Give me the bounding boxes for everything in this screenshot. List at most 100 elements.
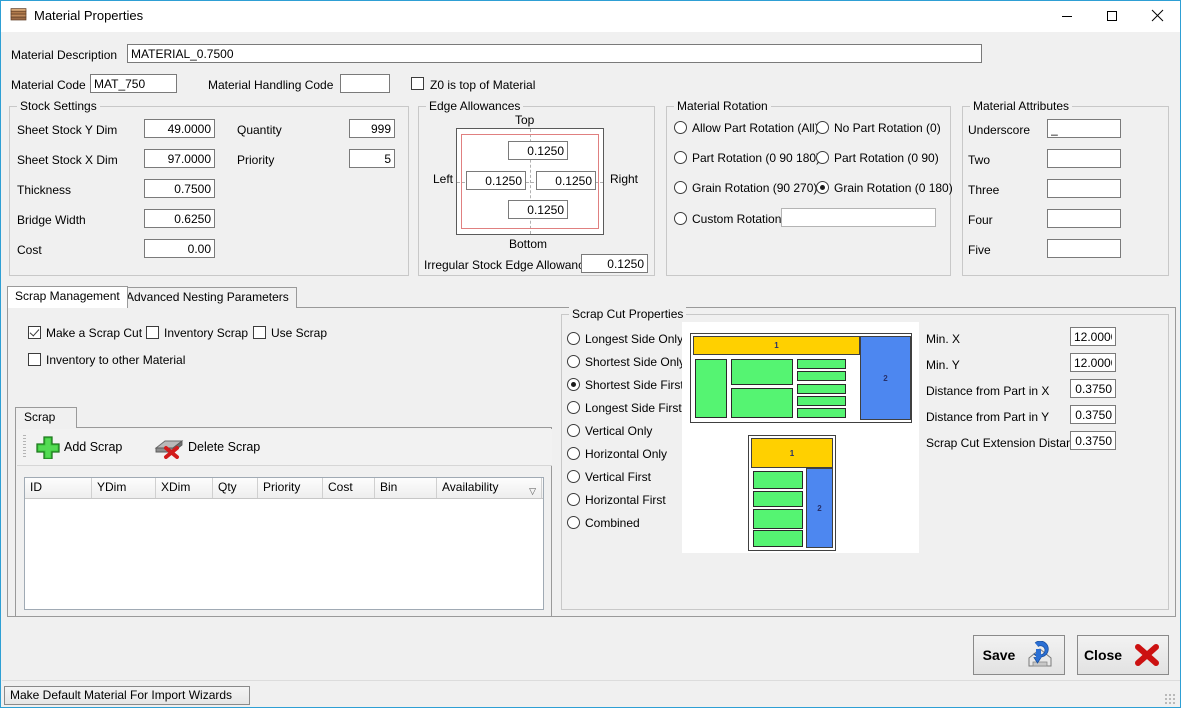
radio-vertical-first[interactable]	[567, 470, 580, 483]
preview-scrap-piece	[797, 408, 846, 418]
column-header-cost[interactable]: Cost	[323, 478, 375, 498]
radio-longest-side-first[interactable]	[567, 401, 580, 414]
window-title: Material Properties	[34, 8, 143, 23]
z0-is-top-checkbox[interactable]	[411, 77, 424, 90]
checkbox-inventory-to-other-material[interactable]	[28, 353, 41, 366]
radio-combined[interactable]	[567, 516, 580, 529]
stock-settings-title: Stock Settings	[17, 99, 100, 113]
material-handling-code-label: Material Handling Code	[208, 78, 333, 92]
attribute-two-input[interactable]	[1047, 149, 1121, 168]
scrap-grid[interactable]: ID YDim XDim Qty Priority Cost Bin Avail…	[24, 477, 544, 610]
checkbox-use-scrap[interactable]	[253, 326, 266, 339]
cost-label: Cost	[17, 243, 42, 257]
radio-horizontal-first[interactable]	[567, 493, 580, 506]
attribute-four-label: Four	[968, 213, 993, 227]
label-horizontal-first: Horizontal First	[585, 493, 666, 507]
min-x-label: Min. X	[926, 332, 960, 346]
column-header-xdim[interactable]: XDim	[156, 478, 213, 498]
attribute-underscore-label: Underscore	[968, 123, 1030, 137]
edge-bottom-input[interactable]	[508, 200, 568, 219]
edge-right-input[interactable]	[536, 171, 596, 190]
preview-part-1-bottom: 1	[751, 438, 833, 468]
close-label: Close	[1084, 647, 1122, 663]
material-properties-window: Material Properties Material Description…	[0, 0, 1181, 708]
preview-scrap-piece	[731, 359, 793, 385]
column-header-availability[interactable]: Availability ▽	[437, 478, 542, 498]
save-button[interactable]: Save	[973, 635, 1065, 675]
distance-from-part-x-input[interactable]	[1070, 379, 1116, 398]
column-header-bin[interactable]: Bin	[375, 478, 437, 498]
tab-scrap-management[interactable]: Scrap Management	[7, 286, 128, 308]
custom-rotation-input[interactable]	[781, 208, 936, 227]
column-header-availability-text: Availability	[442, 480, 498, 494]
material-description-input[interactable]	[127, 44, 982, 63]
attribute-five-input[interactable]	[1047, 239, 1121, 258]
sheet-stock-x-input[interactable]	[144, 149, 215, 168]
label-inventory-scrap: Inventory Scrap	[164, 326, 248, 340]
delete-scrap-button[interactable]: Delete Scrap	[153, 434, 260, 460]
preview-scrap-piece	[797, 371, 846, 381]
label-grain-rotation-90-270: Grain Rotation (90 270)	[692, 181, 817, 195]
inner-tab-scrap[interactable]: Scrap	[15, 407, 77, 428]
resize-grip[interactable]	[1164, 693, 1176, 705]
attribute-four-input[interactable]	[1047, 209, 1121, 228]
column-header-priority[interactable]: Priority	[258, 478, 323, 498]
radio-part-rotation-0-90-180[interactable]	[674, 151, 687, 164]
add-scrap-button[interactable]: Add Scrap	[35, 434, 122, 460]
distance-from-part-y-label: Distance from Part in Y	[926, 410, 1049, 424]
scrap-cut-properties-title: Scrap Cut Properties	[569, 307, 686, 321]
column-header-qty[interactable]: Qty	[213, 478, 258, 498]
min-y-input[interactable]	[1070, 353, 1116, 372]
sheet-stock-y-input[interactable]	[144, 119, 215, 138]
quantity-input[interactable]	[349, 119, 395, 138]
edge-top-input[interactable]	[508, 141, 568, 160]
radio-vertical-only[interactable]	[567, 424, 580, 437]
checkbox-make-a-scrap-cut[interactable]	[28, 326, 41, 339]
tab-advanced-nesting-parameters[interactable]: Advanced Nesting Parameters	[118, 287, 297, 308]
toolbar-grip[interactable]	[23, 435, 26, 459]
radio-custom-rotation[interactable]	[674, 212, 687, 225]
radio-grain-rotation-0-180[interactable]	[816, 181, 829, 194]
distance-from-part-y-input[interactable]	[1070, 405, 1116, 424]
cost-input[interactable]	[144, 239, 215, 258]
min-x-input[interactable]	[1070, 327, 1116, 346]
attribute-three-input[interactable]	[1047, 179, 1121, 198]
column-header-ydim[interactable]: YDim	[92, 478, 156, 498]
radio-shortest-side-only[interactable]	[567, 355, 580, 368]
radio-allow-part-rotation-all[interactable]	[674, 121, 687, 134]
close-window-button[interactable]	[1135, 1, 1180, 30]
z0-is-top-label: Z0 is top of Material	[430, 78, 535, 92]
priority-input[interactable]	[349, 149, 395, 168]
radio-grain-rotation-90-270[interactable]	[674, 181, 687, 194]
checkbox-inventory-scrap[interactable]	[146, 326, 159, 339]
irregular-stock-edge-allowance-label: Irregular Stock Edge Allowance	[424, 258, 591, 272]
label-part-rotation-0-90-180: Part Rotation (0 90 180)	[692, 151, 820, 165]
edge-left-label: Left	[433, 172, 453, 186]
edge-allowances-title: Edge Allowances	[426, 99, 523, 113]
label-shortest-side-only: Shortest Side Only	[585, 355, 685, 369]
label-custom-rotation: Custom Rotation	[692, 212, 781, 226]
radio-horizontal-only[interactable]	[567, 447, 580, 460]
minimize-button[interactable]	[1044, 1, 1089, 30]
maximize-button[interactable]	[1089, 1, 1134, 30]
make-default-material-button[interactable]: Make Default Material For Import Wizards	[4, 686, 250, 705]
column-header-id[interactable]: ID	[25, 478, 92, 498]
thickness-input[interactable]	[144, 179, 215, 198]
edge-left-input[interactable]	[466, 171, 526, 190]
radio-part-rotation-0-90[interactable]	[816, 151, 829, 164]
radio-shortest-side-first[interactable]	[567, 378, 580, 391]
preview-scrap-piece	[797, 396, 846, 406]
scrap-cut-extension-distance-input[interactable]	[1070, 431, 1116, 450]
material-handling-code-input[interactable]	[340, 74, 390, 93]
radio-longest-side-only[interactable]	[567, 332, 580, 345]
bridge-width-input[interactable]	[144, 209, 215, 228]
irregular-stock-edge-allowance-input[interactable]	[581, 254, 648, 273]
preview-scrap-piece	[753, 491, 803, 507]
radio-no-part-rotation-0[interactable]	[816, 121, 829, 134]
priority-label: Priority	[237, 153, 274, 167]
delete-scrap-label: Delete Scrap	[188, 440, 260, 454]
label-inventory-to-other-material: Inventory to other Material	[46, 353, 185, 367]
material-code-input[interactable]	[90, 74, 177, 93]
attribute-underscore-input[interactable]	[1047, 119, 1121, 138]
close-button[interactable]: Close	[1077, 635, 1169, 675]
